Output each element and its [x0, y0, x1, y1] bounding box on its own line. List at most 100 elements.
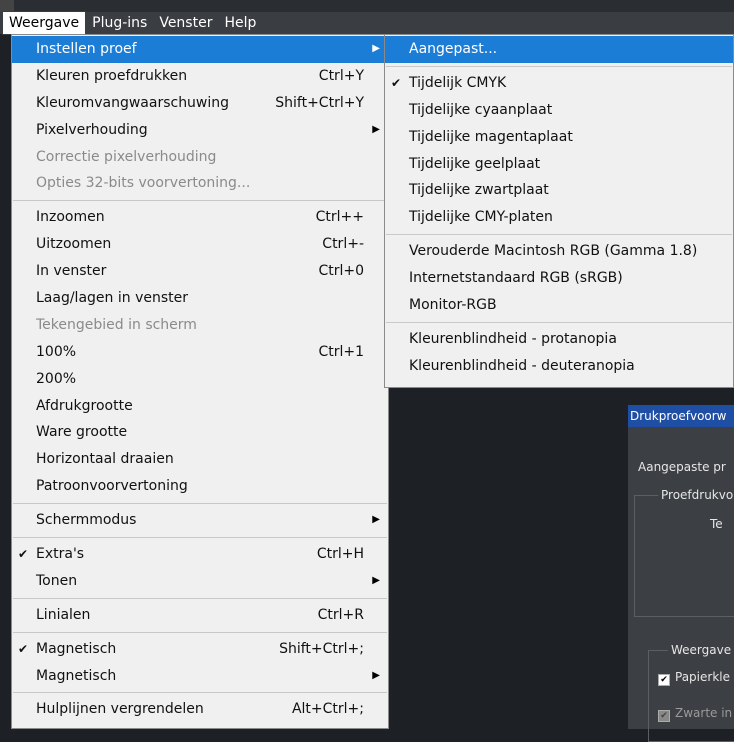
sub-menu-item-kleurenblindheid-deuteranopia[interactable]: Kleurenblindheid - deuteranopia [385, 353, 733, 380]
main-menu-item-inzoomen[interactable]: Inzoomen Ctrl++ [12, 204, 388, 231]
checkbox-checked-icon: ✔ [658, 710, 670, 722]
menu-item-label: Monitor-RGB [409, 297, 497, 314]
menu-separator [13, 537, 387, 539]
menu-item-label: Tijdelijke magentaplaat [409, 128, 573, 145]
main-menu-item-tonen[interactable]: Tonen ▶ [12, 568, 388, 595]
menu-item-label: Extra's [36, 546, 85, 563]
menu-item-label: Magnetisch [36, 667, 117, 684]
menu-item-label: Tijdelijke CMY-platen [409, 209, 553, 226]
menu-item-label: Kleurenblindheid - deuteranopia [409, 357, 635, 374]
main-menu-item-horizontaal-draaien[interactable]: Horizontaal draaien [12, 446, 388, 473]
sub-menu-item-internetstandaard-rgb-srgb[interactable]: Internetstandaard RGB (sRGB) [385, 265, 733, 292]
submenu-arrow-icon: ▶ [372, 123, 380, 135]
menu-item-label: Ware grootte [36, 424, 128, 441]
submenu-arrow-icon: ▶ [372, 669, 380, 681]
sub-menu-item-kleurenblindheid-protanopia[interactable]: Kleurenblindheid - protanopia [385, 326, 733, 353]
menu-item-shortcut: Ctrl+0 [318, 263, 364, 280]
menu-item-shortcut: Shift+Ctrl+Y [275, 94, 364, 111]
sub-menu-item-tijdelijke-cyaanplaat[interactable]: Tijdelijke cyaanplaat [385, 97, 733, 124]
submenu-arrow-icon: ▶ [372, 514, 380, 526]
dialog-title: Drukproefvoorw [628, 405, 734, 427]
main-menu-item-ware-grootte[interactable]: Ware grootte [12, 419, 388, 446]
main-menu-item-in-venster[interactable]: In venster Ctrl+0 [12, 258, 388, 285]
menu-separator [386, 234, 732, 236]
menu-separator [13, 200, 387, 202]
menu-separator [13, 692, 387, 694]
main-menu-item-afdrukgrootte[interactable]: Afdrukgrootte [12, 393, 388, 420]
sub-menu-item-tijdelijke-magentaplaat[interactable]: Tijdelijke magentaplaat [385, 124, 733, 151]
checkbox-checked-icon: ✔ [658, 674, 670, 686]
menubar: Weergave Plug-ins Venster Help [0, 11, 734, 35]
menu-item-label: Kleuren proefdrukken [36, 67, 188, 84]
main-menu-item-100[interactable]: 100% Ctrl+1 [12, 339, 388, 366]
submenu-arrow-icon: ▶ [372, 43, 380, 54]
menu-item-label: Linialen [36, 606, 91, 623]
menu-item-label: Opties 32-bits voorvertoning... [36, 175, 251, 192]
main-menu-item-kleuromvangwaarschuwing[interactable]: Kleuromvangwaarschuwing Shift+Ctrl+Y [12, 90, 388, 117]
menu-item-shortcut: Ctrl+Y [318, 67, 364, 84]
menu-plugins[interactable]: Plug-ins [86, 12, 153, 34]
black-ink-checkbox[interactable]: ✔ Zwarte in [658, 706, 732, 722]
main-menu-item-linialen[interactable]: Linialen Ctrl+R [12, 602, 388, 629]
main-menu-item-200[interactable]: 200% [12, 366, 388, 393]
menu-item-label: Uitzoomen [36, 236, 112, 253]
main-menu-item-magnetisch[interactable]: Magnetisch ▶ [12, 663, 388, 690]
check-icon: ✔ [18, 641, 29, 656]
main-menu-item-hulplijnen-vergrendelen[interactable]: Hulplijnen vergrendelen Alt+Ctrl+; [12, 696, 388, 723]
main-menu-item-laag-lagen-in-venster[interactable]: Laag/lagen in venster [12, 285, 388, 312]
main-menu-item-uitzoomen[interactable]: Uitzoomen Ctrl+- [12, 231, 388, 258]
menu-item-label: Tijdelijke cyaanplaat [409, 101, 553, 118]
main-menu-item-kleuren-proefdrukken[interactable]: Kleuren proefdrukken Ctrl+Y [12, 63, 388, 90]
sub-menu-item-tijdelijke-zwartplaat[interactable]: Tijdelijke zwartplaat [385, 177, 733, 204]
sub-menu-item-tijdelijke-cmy-platen[interactable]: Tijdelijke CMY-platen [385, 204, 733, 231]
check-icon: ✔ [18, 547, 29, 562]
main-menu-item-pixelverhouding[interactable]: Pixelverhouding ▶ [12, 117, 388, 144]
menu-weergave[interactable]: Weergave [2, 11, 87, 35]
main-menu-item-schermmodus[interactable]: Schermmodus ▶ [12, 507, 388, 534]
main-menu-item-extra-s[interactable]: ✔ Extra's Ctrl+H [12, 541, 388, 568]
weergave-menu: Instellen proef ▶ Kleuren proefdrukken Ctrl… [11, 34, 389, 729]
menu-item-label: Schermmodus [36, 512, 137, 529]
menu-item-label: Inzoomen [36, 209, 105, 226]
menu-help[interactable]: Help [218, 12, 262, 34]
paper-color-checkbox[interactable]: ✔ Papierkle [658, 670, 730, 686]
menu-item-label: Verouderde Macintosh RGB (Gamma 1.8) [409, 243, 698, 260]
menu-item-label: Kleurenblindheid - protanopia [409, 330, 617, 347]
menu-item-shortcut: Alt+Ctrl+; [291, 701, 364, 718]
menu-item-label: Pixelverhouding [36, 121, 148, 138]
menu-item-shortcut: Ctrl+R [317, 606, 364, 623]
menu-item-label: Tijdelijke geelplaat [409, 155, 541, 172]
menu-item-shortcut: Ctrl+1 [318, 343, 364, 360]
main-menu-item-magnetisch[interactable]: ✔ Magnetisch Shift+Ctrl+; [12, 636, 388, 663]
menu-venster[interactable]: Venster [153, 12, 218, 34]
menu-separator [13, 631, 387, 633]
menu-item-shortcut: Ctrl++ [315, 209, 364, 226]
main-menu-item-patroonvoorvertoning[interactable]: Patroonvoorvertoning [12, 473, 388, 500]
menu-item-label: Magnetisch [36, 640, 117, 657]
display-options-label: Weergave [668, 643, 734, 657]
menu-item-shortcut: Ctrl+- [322, 236, 364, 253]
menu-item-label: Laag/lagen in venster [36, 290, 188, 307]
sub-menu-item-tijdelijke-geelplaat[interactable]: Tijdelijke geelplaat [385, 151, 733, 178]
menu-separator [13, 503, 387, 505]
sub-menu-item-verouderde-macintosh-rgb-gamma-1-8[interactable]: Verouderde Macintosh RGB (Gamma 1.8) [385, 238, 733, 265]
menu-item-label: Hulplijnen vergrendelen [36, 701, 204, 718]
menu-item-label: Horizontaal draaien [36, 451, 174, 468]
proof-setup-dialog: Drukproefvoorw Aangepaste pr Proefdrukvo… [628, 405, 734, 742]
menu-item-label: Afdrukgrootte [36, 397, 133, 414]
menu-item-label: Tekengebied in scherm [36, 316, 197, 333]
menu-item-label: Tijdelijke zwartplaat [409, 182, 549, 199]
sub-menu-item-tijdelijk-cmyk[interactable]: ✔ Tijdelijk CMYK [385, 70, 733, 97]
main-menu-item-correctie-pixelverhouding: Correctie pixelverhouding [12, 144, 388, 171]
device-field-label: Te [710, 517, 723, 531]
menu-item-label: Correctie pixelverhouding [36, 148, 217, 165]
sub-menu-item-aangepast[interactable]: Aangepast... [385, 36, 733, 63]
menu-item-label: Tonen [36, 572, 78, 589]
main-menu-item-opties-32-bits-voorvertoning: Opties 32-bits voorvertoning... [12, 170, 388, 197]
submenu-arrow-icon: ▶ [372, 574, 380, 586]
main-menu-item-instellen-proef[interactable]: Instellen proef ▶ [12, 36, 388, 63]
sub-menu-item-monitor-rgb[interactable]: Monitor-RGB [385, 292, 733, 319]
top-strip [0, 0, 734, 12]
menu-item-label: 100% [36, 343, 77, 360]
display-options-group [648, 650, 734, 742]
